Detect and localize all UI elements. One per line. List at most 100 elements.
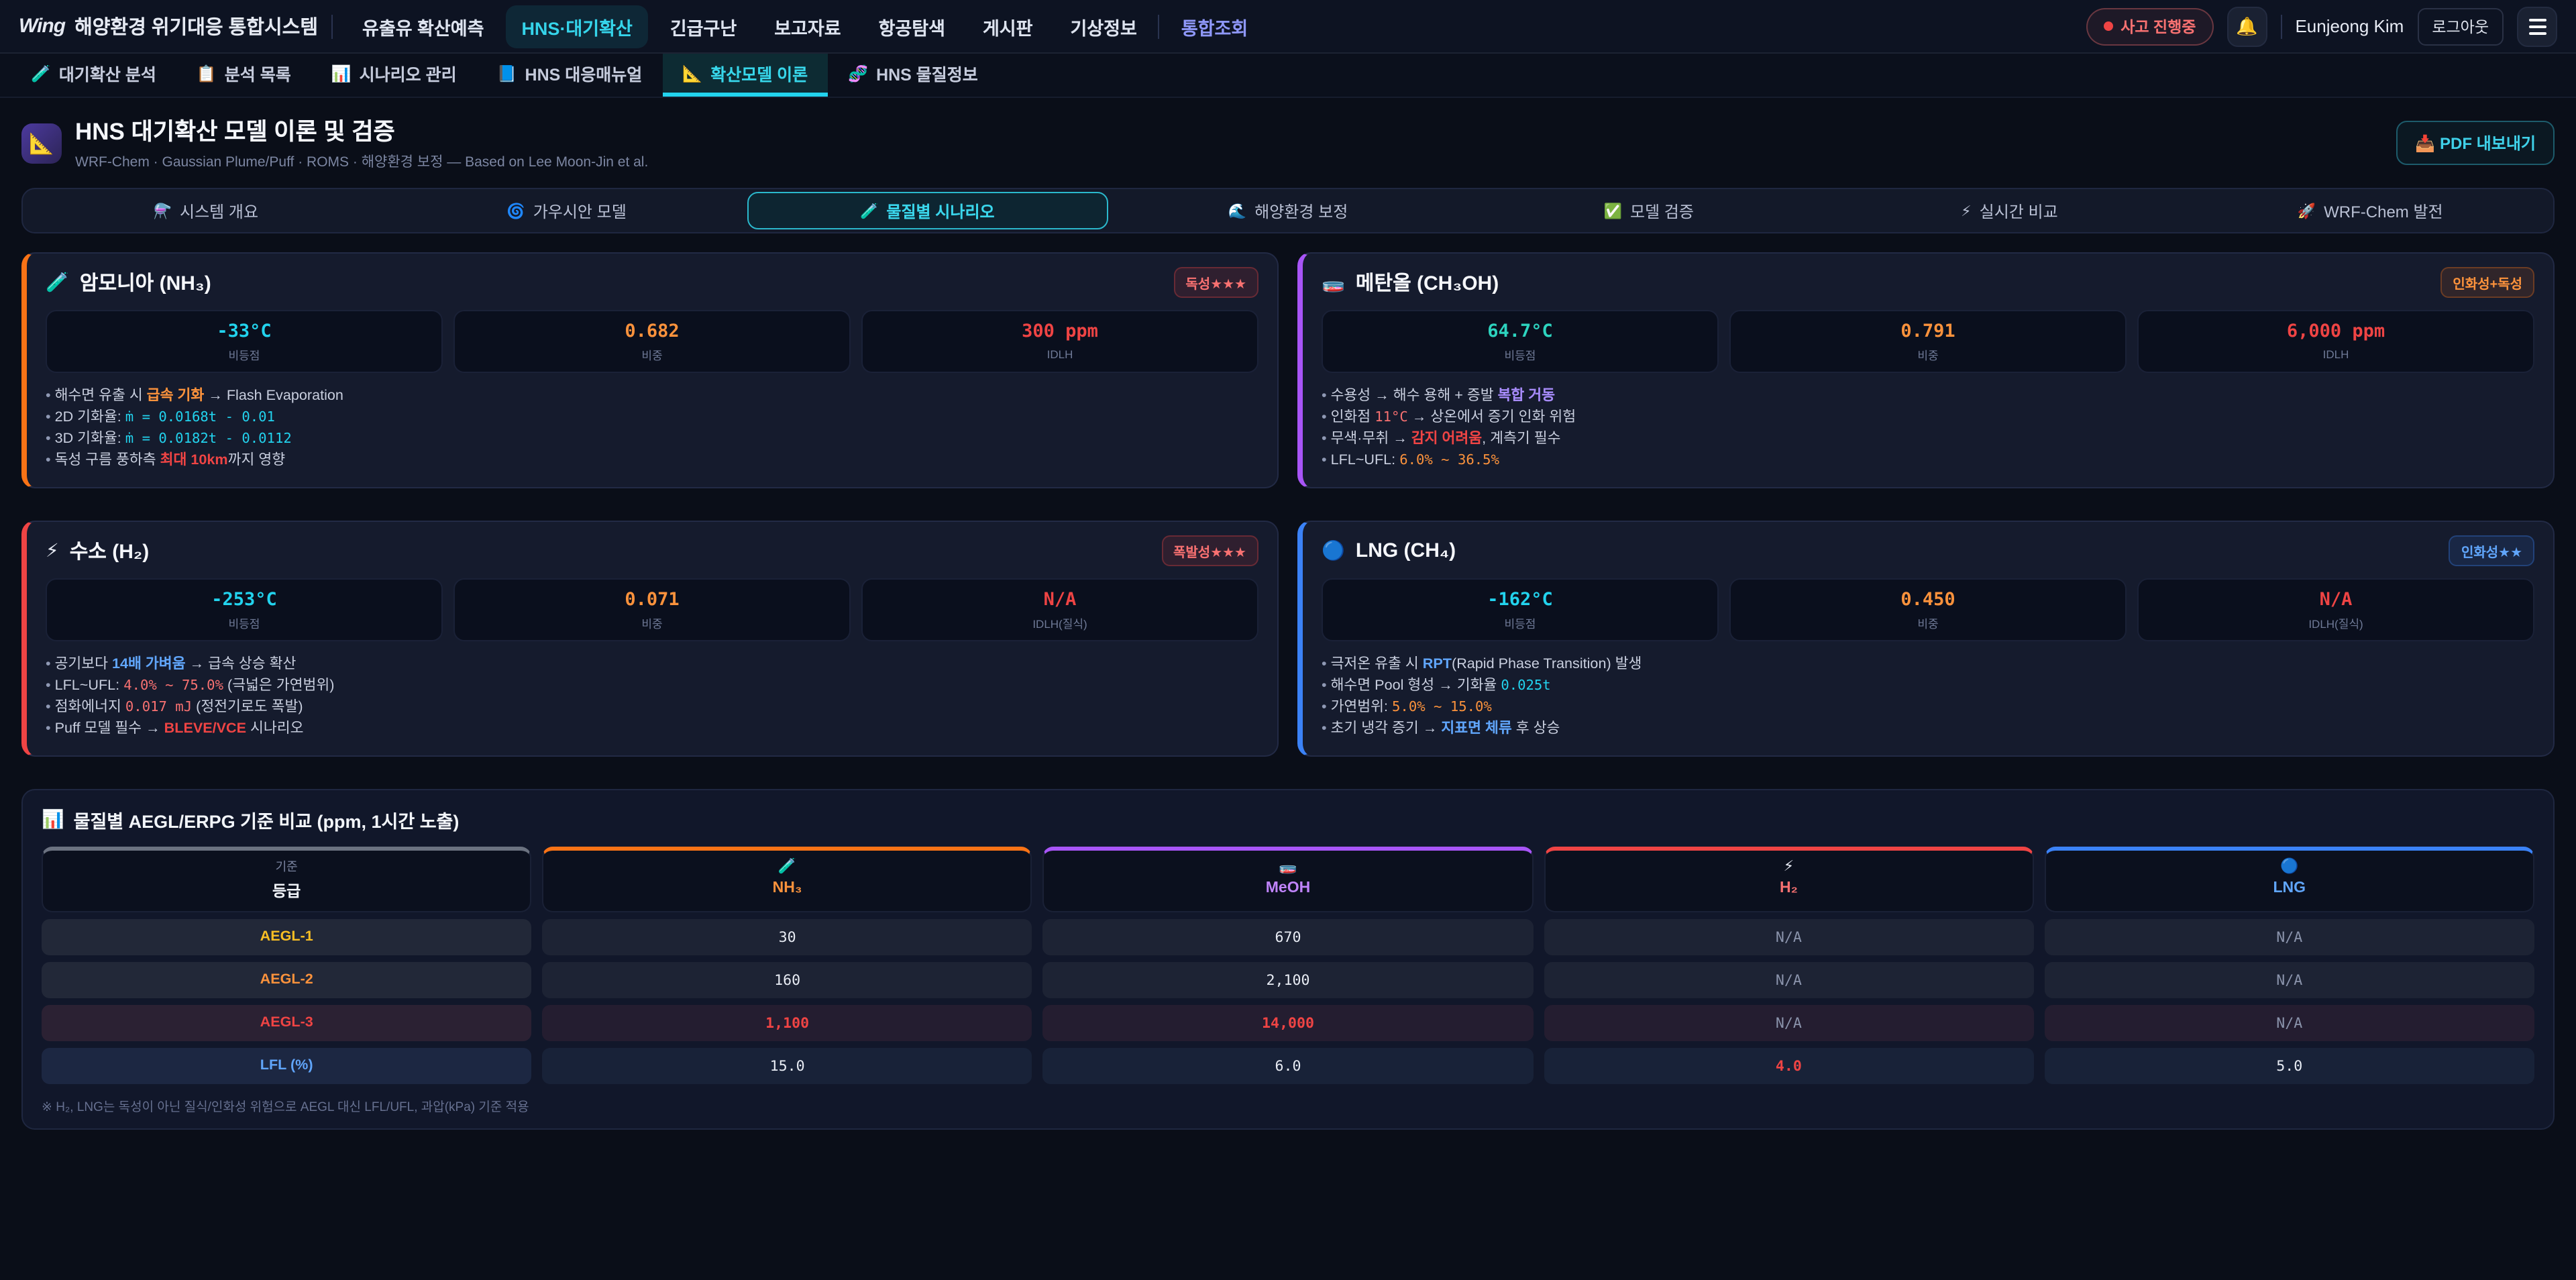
bullet-dot: • bbox=[1322, 431, 1327, 447]
table-cell: 670 bbox=[1043, 919, 1533, 955]
table-column-header-3: ⚡H₂ bbox=[1544, 847, 2033, 912]
bullet-dot: • bbox=[1322, 699, 1327, 715]
sub-nav-tab-5[interactable]: 🧬HNS 물질정보 bbox=[828, 54, 998, 97]
bullet-item: •극저온 유출 시 RPT(Rapid Phase Transition) 발생 bbox=[1322, 653, 2534, 675]
notification-bell-button[interactable]: 🔔 bbox=[2226, 6, 2267, 46]
bullet-item: •가연범위: 5.0% ~ 15.0% bbox=[1322, 696, 2534, 718]
bullet-dot: • bbox=[46, 388, 51, 404]
main-nav-item-6[interactable]: 기상정보 bbox=[1054, 5, 1152, 48]
main-nav-item-4[interactable]: 항공탐색 bbox=[863, 5, 961, 48]
section-tab-0[interactable]: ⚗️시스템 개요 bbox=[25, 192, 386, 229]
sub-nav-label: 대기확산 분석 bbox=[59, 60, 156, 86]
stat-label: 비등점 bbox=[1326, 616, 1715, 632]
bullet-dot: • bbox=[46, 721, 51, 737]
bullet-dot: • bbox=[1322, 388, 1327, 404]
sub-nav-tab-2[interactable]: 📊시나리오 관리 bbox=[311, 54, 477, 97]
table-row: LFL (%)15.06.04.05.0 bbox=[42, 1048, 2534, 1084]
chemical-card-lng: 🔵 LNG (CH₄) 인화성★★ -162°C 비등점 0.450 비중 N/… bbox=[1297, 521, 2555, 757]
hamburger-menu-button[interactable] bbox=[2517, 6, 2557, 46]
section-tab-5[interactable]: ⚡실시간 비교 bbox=[1829, 192, 2190, 229]
page-title-icon: 📐 bbox=[21, 123, 62, 163]
bullet-dot: • bbox=[46, 431, 51, 447]
table-column-header-0: 기준등급 bbox=[42, 847, 531, 912]
column-header-label: NH₃ bbox=[543, 880, 1030, 896]
incident-status-label: 사고 진행중 bbox=[2121, 15, 2196, 37]
stat-box-boiling-point: 64.7°C 비등점 bbox=[1322, 310, 1719, 373]
stat-label: IDLH(질식) bbox=[865, 616, 1254, 632]
bullet-item: •수용성 → 해수 용해 + 증발 복합 거동 bbox=[1322, 385, 2534, 407]
card-header: ⚡ 수소 (H₂) 폭발성★★★ bbox=[46, 535, 1258, 566]
section-tab-1[interactable]: 🌀가우시안 모델 bbox=[386, 192, 747, 229]
logo-title: 해양환경 위기대응 통합시스템 bbox=[74, 12, 318, 40]
table-cell: 30 bbox=[542, 919, 1032, 955]
pdf-export-label: PDF 내보내기 bbox=[2440, 134, 2536, 153]
table-row: AEGL-31,10014,000N/AN/A bbox=[42, 1005, 2534, 1041]
stat-row: -253°C 비등점 0.071 비중 N/A IDLH(질식) bbox=[46, 578, 1258, 641]
sub-nav-tab-3[interactable]: 📘HNS 대응매뉴얼 bbox=[477, 54, 663, 97]
clipboard-icon: 📋 bbox=[197, 64, 217, 83]
hazard-badge: 인화성★★ bbox=[2449, 535, 2534, 566]
section-tab-6[interactable]: 🚀WRF-Chem 발전 bbox=[2190, 192, 2551, 229]
bullet-item: •2D 기화율: ṁ = 0.0168t - 0.01 bbox=[46, 407, 1258, 428]
stat-box-idlh: N/A IDLH(질식) bbox=[861, 578, 1258, 641]
chemical-name: LNG (CH₄) bbox=[1356, 539, 2438, 562]
hazard-badge: 인화성+독성 bbox=[2440, 267, 2534, 298]
stat-row: -162°C 비등점 0.450 비중 N/A IDLH(질식) bbox=[1322, 578, 2534, 641]
blue-circle-icon: 🔵 bbox=[1322, 539, 1345, 562]
row-label: LFL (%) bbox=[42, 1048, 531, 1084]
logout-button[interactable]: 로그아웃 bbox=[2417, 7, 2504, 45]
bullet-list: •해수면 유출 시 급속 기화 → Flash Evaporation•2D 기… bbox=[46, 385, 1258, 471]
table-header-row: 기준등급🧪NH₃🧫MeOH⚡H₂🔵LNG bbox=[42, 847, 2534, 912]
sub-nav-tab-0[interactable]: 🧪대기확산 분석 bbox=[11, 54, 176, 97]
row-label: AEGL-1 bbox=[42, 919, 531, 955]
table-cell: 14,000 bbox=[1043, 1005, 1533, 1041]
hazard-badge: 독성★★★ bbox=[1173, 267, 1258, 298]
section-tab-2[interactable]: 🧪물질별 시나리오 bbox=[747, 192, 1108, 229]
stat-label: 비중 bbox=[458, 616, 847, 632]
main-nav-item-0[interactable]: 유출유 확산예측 bbox=[346, 5, 500, 48]
main-nav-item-5[interactable]: 게시판 bbox=[967, 5, 1049, 48]
bullet-dot: • bbox=[46, 452, 51, 468]
bullet-item: •점화에너지 0.017 mJ (정전기로도 폭발) bbox=[46, 696, 1258, 718]
bullet-item: •해수면 Pool 형성 → 기화율 0.025t bbox=[1322, 675, 2534, 696]
sub-nav-tab-1[interactable]: 📋분석 목록 bbox=[176, 54, 311, 97]
table-column-header-1: 🧪NH₃ bbox=[542, 847, 1032, 912]
pdf-export-button[interactable]: 📥 PDF 내보내기 bbox=[2396, 121, 2555, 165]
app-root: Wing 해양환경 위기대응 통합시스템 유출유 확산예측HNS·대기확산긴급구… bbox=[0, 0, 2576, 1280]
main-nav-item-1[interactable]: HNS·대기확산 bbox=[505, 5, 648, 48]
stat-value: N/A bbox=[2141, 589, 2530, 610]
table-cell: N/A bbox=[1544, 962, 2033, 998]
main-nav-item-2[interactable]: 긴급구난 bbox=[654, 5, 753, 48]
bullet-dot: • bbox=[1322, 409, 1327, 425]
main-nav-item-7[interactable]: 통합조회 bbox=[1165, 5, 1264, 48]
main-nav-item-3[interactable]: 보고자료 bbox=[758, 5, 857, 48]
stat-value: -33°C bbox=[50, 321, 439, 342]
section-tab-3[interactable]: 🌊해양환경 보정 bbox=[1108, 192, 1468, 229]
sub-nav-tab-4[interactable]: 📐 확산모델 이론 bbox=[662, 54, 828, 97]
stat-label: IDLH bbox=[2141, 348, 2530, 361]
incident-status-badge: 사고 진행중 bbox=[2086, 7, 2213, 45]
stat-box-specific-gravity: 0.682 비중 bbox=[453, 310, 851, 373]
table-cell: N/A bbox=[1544, 1005, 2033, 1041]
top-navigation-bar: Wing 해양환경 위기대응 통합시스템 유출유 확산예측HNS·대기확산긴급구… bbox=[0, 0, 2576, 54]
lightning-icon: ⚡ bbox=[1545, 859, 2032, 876]
stat-box-idlh: N/A IDLH(질식) bbox=[2137, 578, 2534, 641]
book-icon: 📘 bbox=[497, 64, 517, 83]
triangle-ruler-icon: 📐 bbox=[29, 131, 54, 155]
sub-navigation-bar: 🧪대기확산 분석📋분석 목록📊시나리오 관리📘HNS 대응매뉴얼 📐 확산모델 이론… bbox=[0, 54, 2576, 98]
table-column-header-4: 🔵LNG bbox=[2045, 847, 2534, 912]
blue-circle-icon: 🔵 bbox=[2046, 859, 2533, 876]
red-dot-icon bbox=[2103, 21, 2112, 31]
section-tab-4[interactable]: ✅모델 검증 bbox=[1468, 192, 1829, 229]
table-cell: 15.0 bbox=[542, 1048, 1032, 1084]
bullet-list: •수용성 → 해수 용해 + 증발 복합 거동•인화점 11°C → 상온에서 … bbox=[1322, 385, 2534, 471]
bullet-item: •3D 기화율: ṁ = 0.0182t - 0.0112 bbox=[46, 428, 1258, 449]
top-nav-right: 사고 진행중 🔔 Eunjeong Kim 로그아웃 bbox=[2086, 6, 2557, 46]
column-header-label: MeOH bbox=[1044, 880, 1532, 896]
lightning-icon: ⚡ bbox=[46, 539, 59, 562]
sub-nav-label: 확산모델 이론 bbox=[710, 60, 808, 86]
table-cell: 6.0 bbox=[1043, 1048, 1533, 1084]
triangle-ruler-icon: 📐 bbox=[682, 64, 702, 83]
stat-value: 0.071 bbox=[458, 589, 847, 610]
stat-box-boiling-point: -253°C 비등점 bbox=[46, 578, 443, 641]
